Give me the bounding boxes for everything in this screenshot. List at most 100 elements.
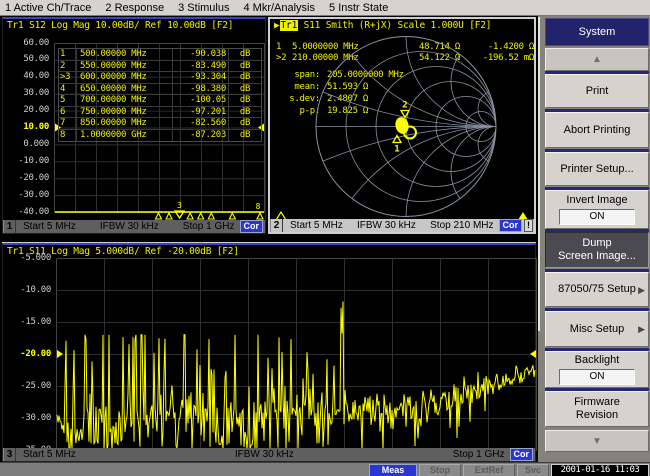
softkey-label: 87050/75 Setup xyxy=(558,283,636,296)
s12-marker-row: 6750.00000 MHz-97.201dB xyxy=(59,107,261,119)
softkey-scroll-up-button[interactable]: ▲ xyxy=(545,48,649,71)
s12-marker-4 xyxy=(187,213,193,219)
softkey-backlight-button[interactable]: Backlight ON xyxy=(545,351,649,388)
panel-s11-logmag: Tr1 S11 Log Mag 5.000dB/ Ref -20.00dB [F… xyxy=(2,243,536,462)
stop-indicator: Stop xyxy=(419,464,461,476)
meas-indicator: Meas xyxy=(369,464,417,476)
softkey-label: Firmware xyxy=(574,396,620,409)
s12-marker-3: 3 xyxy=(175,201,184,218)
marker-unit: dB xyxy=(229,130,261,142)
menu-item-3[interactable]: 3 Stimulus xyxy=(178,2,229,14)
marker-unit: dB xyxy=(229,49,261,60)
svg-text:8: 8 xyxy=(256,202,261,211)
softkey-label: Misc Setup xyxy=(570,323,624,336)
channel3-number: 3 xyxy=(3,448,16,461)
channel3-correction-badge: Cor xyxy=(510,448,534,461)
softkey-printer-setup-button[interactable]: Printer Setup... xyxy=(545,152,649,186)
menu-item-2[interactable]: 2 Response xyxy=(105,2,164,14)
softkey-print-button[interactable]: Print xyxy=(545,74,649,108)
instrument-screen: 1 Active Ch/Trace 2 Response 3 Stimulus 4 M… xyxy=(0,0,650,476)
marker-number: 8 xyxy=(59,130,77,142)
marker-number: 5 xyxy=(59,95,77,106)
s12-marker-1 xyxy=(155,213,161,219)
marker-value: -98.380 xyxy=(173,84,229,95)
marker-number: 4 xyxy=(59,84,77,95)
extref-indicator: ExtRef xyxy=(463,464,515,476)
active-trace-arrow-icon: ▶ xyxy=(274,20,280,31)
marker-frequency: 650.00000 MHz xyxy=(77,84,173,95)
channel2-correction-badge: Cor xyxy=(499,219,523,232)
channel2-start-freq: Start 5 MHz xyxy=(290,220,343,231)
marker-value: -82.560 xyxy=(173,118,229,129)
submenu-arrow-icon: ▶ xyxy=(638,284,645,297)
marker-number: 1 xyxy=(59,49,77,60)
softkey-misc-setup-button[interactable]: Misc Setup▶ xyxy=(545,311,649,347)
s11lm-y-label: -30.00 xyxy=(5,413,51,423)
softkey-firmware-button[interactable]: FirmwareRevision xyxy=(545,391,649,427)
system-menu-title: System xyxy=(545,18,649,46)
marker-frequency: 750.00000 MHz xyxy=(77,107,173,118)
softkey-label: Printer Setup... xyxy=(560,163,633,176)
s12-marker-8: 8 xyxy=(256,202,263,219)
marker-frequency: 1.0000000 GHz xyxy=(77,130,173,142)
softkey-label: Abort Printing xyxy=(564,124,631,137)
channel3-status-bar: 3 Start 5 MHz IFBW 30 kHz Stop 1 GHz Cor xyxy=(3,448,535,461)
channel1-status-bar: 1 Start 5 MHz IFBW 30 kHz Stop 1 GHz Cor xyxy=(3,220,265,233)
marker-unit: dB xyxy=(229,118,261,129)
channel1-stop-freq: Stop 1 GHz xyxy=(183,221,235,232)
s12-y-label: -40.00 xyxy=(3,207,49,217)
softkey-sidebar: System ▲ Print Abort Printing Printer Setu… xyxy=(538,16,650,462)
s11lm-y-label: -25.00 xyxy=(5,381,51,391)
sidebar-edge-line xyxy=(538,17,540,331)
up-arrow-icon: ▲ xyxy=(592,54,602,65)
marker-unit: dB xyxy=(229,95,261,106)
marker-unit: dB xyxy=(229,72,261,83)
marker-unit: dB xyxy=(229,61,261,72)
svc-indicator: Svc xyxy=(517,464,549,476)
s12-y-label: -10.00 xyxy=(3,156,49,166)
softkey-invert-image-button[interactable]: Invert ImageON xyxy=(545,190,649,229)
marker-unit: dB xyxy=(229,84,261,95)
channel1-ifbw: IFBW 30 kHz xyxy=(76,221,183,232)
softkey-label: Backlight xyxy=(575,354,620,367)
marker-frequency: 550.00000 MHz xyxy=(77,61,173,72)
softkey-scroll-down-button[interactable]: ▼ xyxy=(545,430,649,452)
softkey-87050-75-setup-button[interactable]: 87050/75 Setup▶ xyxy=(545,272,649,307)
softkey-label-line2: Revision xyxy=(576,409,618,422)
s11lm-y-label: -5.000 xyxy=(5,253,51,263)
marker-number: >3 xyxy=(59,72,77,83)
channel2-stop-freq: Stop 210 MHz xyxy=(430,220,493,231)
menu-bar: 1 Active Ch/Trace 2 Response 3 Stimulus 4 M… xyxy=(0,0,650,16)
softkey-dump-button[interactable]: DumpScreen Image... xyxy=(545,232,649,268)
channel2-number: 2 xyxy=(270,219,283,232)
s12-marker-row: 1500.00000 MHz-90.038dB xyxy=(59,49,261,61)
menu-item-5[interactable]: 5 Instr State xyxy=(329,2,388,14)
datetime-display: 2001-01-16 11:03 xyxy=(551,464,649,476)
marker-value: -87.203 xyxy=(173,130,229,142)
softkey-state-value: ON xyxy=(559,209,635,225)
channel1-number: 1 xyxy=(3,220,16,233)
s12-marker-7 xyxy=(229,213,235,219)
marker-unit: dB xyxy=(229,107,261,118)
softkey-state-value: ON xyxy=(559,369,635,385)
marker-value: -97.201 xyxy=(173,107,229,118)
s12-y-label: 30.00 xyxy=(3,88,49,98)
softkey-label-line2: Screen Image... xyxy=(558,250,636,263)
s12-marker-row: 5700.00000 MHz-100.05dB xyxy=(59,95,261,107)
softkey-label: Print xyxy=(586,85,609,98)
channel1-correction-badge: Cor xyxy=(240,220,264,233)
menu-item-4[interactable]: 4 Mkr/Analysis xyxy=(243,2,315,14)
panel-s12-logmag: Tr1 S12 Log Mag 10.00dB/ Ref 10.00dB [F2… xyxy=(2,17,266,234)
status-indicators: Meas Stop ExtRef Svc 2001-01-16 11:03 xyxy=(369,464,649,476)
softkey-abort-printing-button[interactable]: Abort Printing xyxy=(545,112,649,148)
s12-marker-2 xyxy=(166,213,172,219)
s12-y-label: 40.00 xyxy=(3,71,49,81)
s12-marker-row: >3600.00000 MHz-93.304dB xyxy=(59,72,261,84)
s12-marker-row: 2550.00000 MHz-83.490dB xyxy=(59,61,261,73)
menu-item-1[interactable]: 1 Active Ch/Trace xyxy=(5,2,91,14)
s12-marker-table: 1500.00000 MHz-90.038dB 2550.00000 MHz-8… xyxy=(58,48,262,142)
s12-y-label: 0.000 xyxy=(3,139,49,149)
panel-smith-title: ▶Tr1 S11 Smith (R+jX) Scale 1.000U [F2] xyxy=(274,20,491,31)
panel-s11-smith: ▶Tr1 S11 Smith (R+jX) Scale 1.000U [F2] … xyxy=(268,17,536,234)
marker-value: -93.304 xyxy=(173,72,229,83)
